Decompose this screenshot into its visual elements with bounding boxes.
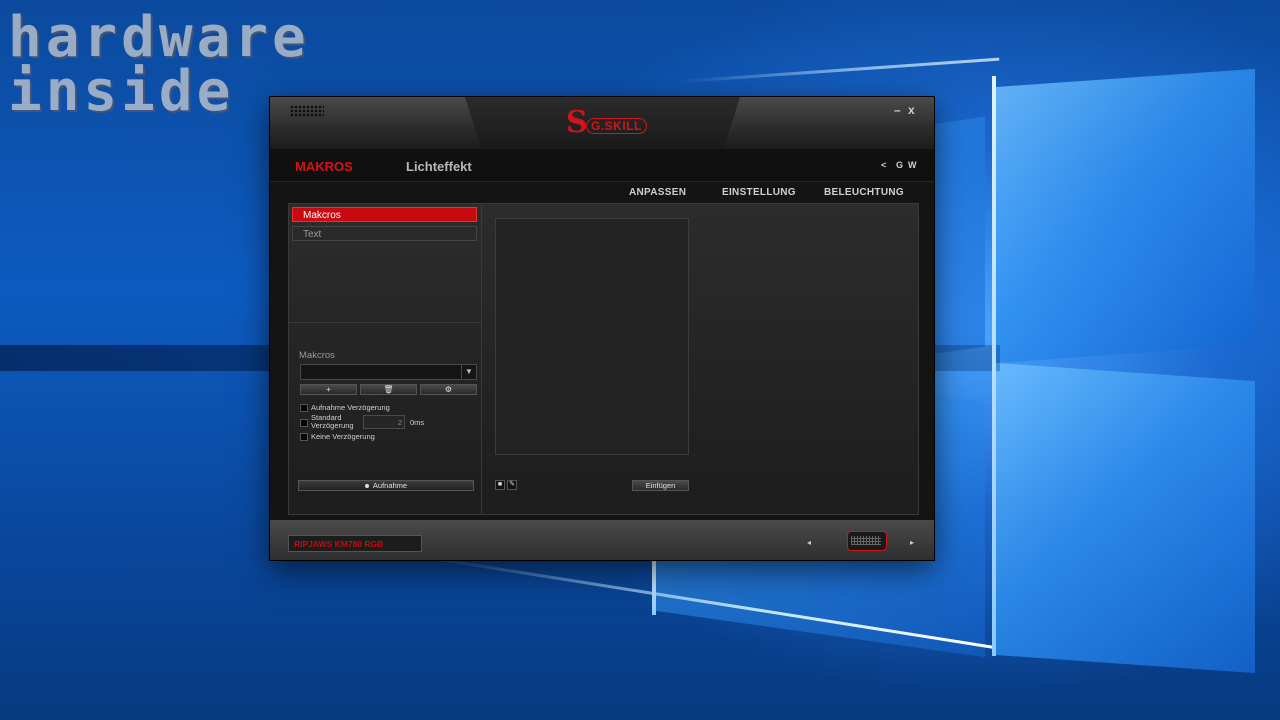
prev-device-arrow-icon[interactable]: ◂ bbox=[807, 538, 811, 547]
w-icon[interactable]: W bbox=[908, 160, 917, 170]
macro-select[interactable]: ▼ bbox=[300, 364, 477, 380]
no-delay-checkbox[interactable] bbox=[300, 433, 308, 441]
subnav-einstellung[interactable]: EINSTELLUNG bbox=[722, 187, 796, 198]
macro-settings-button[interactable]: ⚙ bbox=[420, 384, 477, 395]
watermark-line-1: hardware bbox=[8, 5, 310, 70]
option-no-delay: Keine Verzögerung bbox=[300, 432, 460, 442]
list-item-makcros[interactable]: Makcros bbox=[292, 207, 477, 222]
main-nav: MAKROS Lichteffekt < G W bbox=[270, 149, 934, 182]
delay-unit: 0ms bbox=[410, 418, 425, 427]
tab-makros[interactable]: MAKROS bbox=[295, 159, 353, 174]
option-standard-delay: Standard Verzögerung 2 0ms bbox=[300, 414, 460, 432]
g-icon[interactable]: G bbox=[896, 160, 903, 170]
vent-grille-icon bbox=[290, 105, 324, 117]
no-delay-label: Keine Verzögerung bbox=[311, 432, 375, 441]
square-tool-icon[interactable]: ■ bbox=[495, 480, 505, 490]
record-button-label: Aufnahme bbox=[372, 481, 408, 490]
share-icon[interactable]: < bbox=[881, 160, 886, 170]
macro-section-label: Makcros bbox=[299, 350, 335, 361]
minimize-button[interactable]: – bbox=[894, 103, 901, 117]
chevron-down-icon[interactable]: ▼ bbox=[461, 365, 476, 379]
gskill-logo-text: G.SKILL bbox=[586, 118, 647, 134]
device-model-label: RIPJAWS KM780 RGB bbox=[288, 535, 422, 552]
window-logo-pane bbox=[995, 362, 1255, 674]
standard-delay-checkbox[interactable] bbox=[300, 419, 308, 427]
delay-input[interactable]: 2 bbox=[363, 415, 405, 429]
list-item-text[interactable]: Text bbox=[292, 226, 477, 241]
light-beam bbox=[652, 560, 656, 615]
light-beam bbox=[992, 76, 996, 656]
keyboard-keys bbox=[851, 536, 881, 545]
close-button[interactable]: x bbox=[908, 103, 915, 117]
keyboard-icon[interactable] bbox=[847, 531, 887, 551]
footer-bar: RIPJAWS KM780 RGB ◂ ▸ bbox=[270, 520, 934, 560]
insert-button[interactable]: Einfügen bbox=[632, 480, 689, 491]
record-button[interactable]: Aufnahme bbox=[298, 480, 474, 491]
watermark-line-2: inside bbox=[8, 59, 235, 124]
record-delay-checkbox[interactable] bbox=[300, 404, 308, 412]
gskill-app-window: S G.SKILL – x MAKROS Lichteffekt < G W A… bbox=[270, 97, 934, 560]
next-device-arrow-icon[interactable]: ▸ bbox=[910, 538, 914, 547]
add-macro-button[interactable]: + bbox=[300, 384, 357, 395]
tab-lichteffekt[interactable]: Lichteffekt bbox=[406, 159, 472, 174]
macro-editor-area[interactable] bbox=[495, 218, 689, 455]
window-logo-pane bbox=[995, 68, 1255, 364]
option-record-delay: Aufnahme Verzögerung bbox=[300, 403, 460, 413]
pencil-icon[interactable]: ✎ bbox=[507, 480, 517, 490]
title-bar[interactable]: S G.SKILL – x bbox=[270, 97, 934, 149]
standard-delay-label: Standard Verzögerung bbox=[311, 413, 354, 430]
macro-list: Makcros Text bbox=[289, 204, 481, 323]
record-dot-icon bbox=[364, 484, 369, 489]
gskill-logo-swoosh-icon: S bbox=[566, 105, 588, 140]
record-delay-label: Aufnahme Verzögerung bbox=[311, 403, 390, 412]
subnav-beleuchtung[interactable]: BELEUCHTUNG bbox=[824, 187, 904, 198]
delete-macro-button[interactable]: 🗑 bbox=[360, 384, 417, 395]
content-panel: Makcros Text Makcros ▼ + 🗑 ⚙ Aufnahme Ve… bbox=[288, 203, 919, 515]
gskill-logo: S G.SKILL bbox=[566, 103, 647, 140]
subnav-anpassen[interactable]: ANPASSEN bbox=[629, 187, 686, 198]
light-beam bbox=[679, 57, 1000, 83]
macro-sidebar: Makcros Text Makcros ▼ + 🗑 ⚙ Aufnahme Ve… bbox=[289, 204, 482, 514]
